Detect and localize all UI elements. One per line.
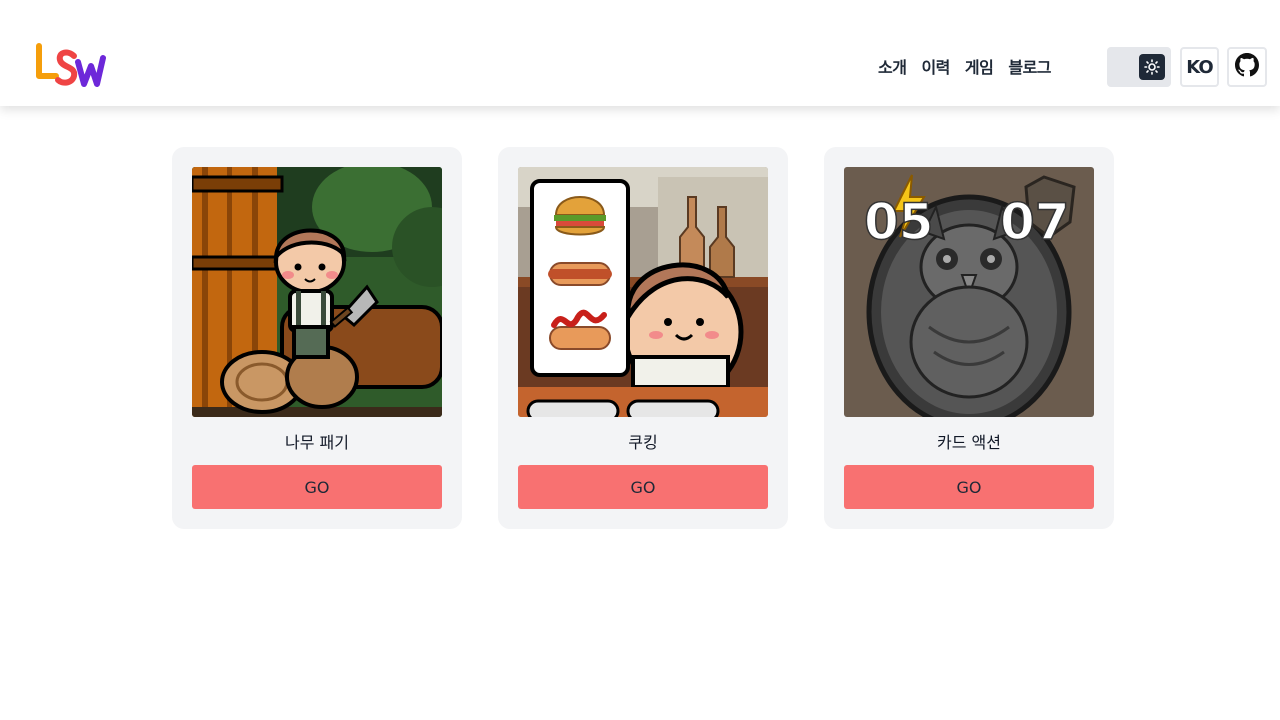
game-title: 카드 액션 (937, 433, 1001, 452)
theme-toggle[interactable] (1107, 47, 1171, 87)
go-button[interactable]: GO (192, 465, 442, 509)
nav-item-blog[interactable]: 블로그 (1008, 54, 1051, 78)
site-header: 소개 이력 게임 블로그 KO (0, 0, 1280, 106)
game-title: 쿠킹 (628, 433, 658, 452)
go-button[interactable]: GO (518, 465, 768, 509)
github-button[interactable] (1227, 47, 1267, 87)
nav-item-career[interactable]: 이력 (921, 54, 950, 78)
cooking-game-thumbnail (518, 167, 768, 417)
site-logo[interactable] (34, 42, 106, 90)
card-action-game-thumbnail: 05 07 (844, 167, 1094, 417)
sun-icon (1139, 54, 1165, 80)
go-button[interactable]: GO (844, 465, 1094, 509)
game-card-cooking: 쿠킹 GO (498, 147, 788, 529)
game-title: 나무 패기 (285, 433, 349, 452)
score-left: 05 (864, 193, 934, 251)
main-nav: 소개 이력 게임 블로그 (878, 54, 1066, 78)
language-button[interactable]: KO (1180, 47, 1219, 87)
github-icon (1235, 53, 1259, 81)
game-card-card-action: 05 07 카드 액션 GO (824, 147, 1114, 529)
score-right: 07 (1000, 193, 1070, 251)
game-card-lumberjack: 나무 패기 GO (172, 147, 462, 529)
lumberjack-game-thumbnail (192, 167, 442, 417)
nav-item-games[interactable]: 게임 (965, 54, 994, 78)
nav-item-about[interactable]: 소개 (878, 54, 907, 78)
